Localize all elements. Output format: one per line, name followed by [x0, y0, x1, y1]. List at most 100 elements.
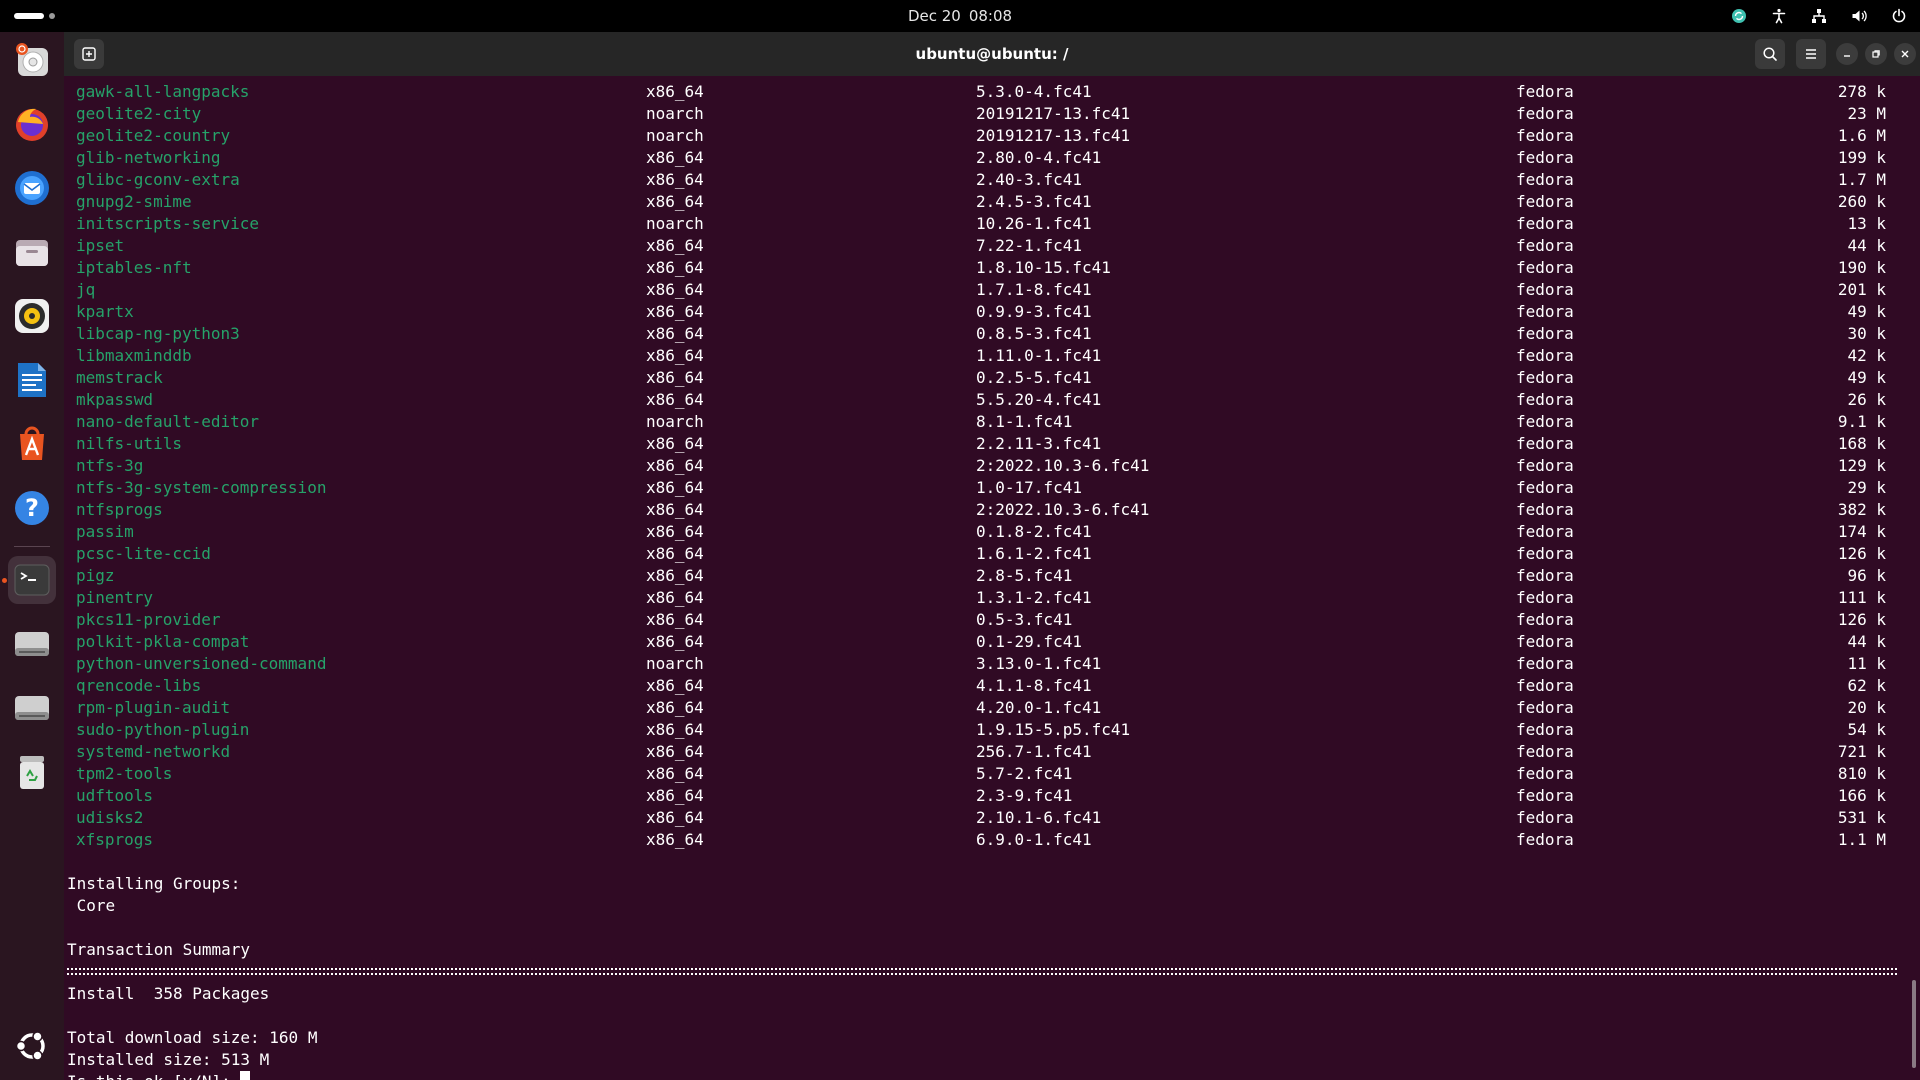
- package-arch: x86_64: [646, 522, 704, 541]
- menu-button[interactable]: [1796, 39, 1826, 69]
- dock-terminal[interactable]: [8, 556, 56, 604]
- dock-files[interactable]: [8, 228, 56, 276]
- activities-button[interactable]: [14, 13, 55, 19]
- clock[interactable]: Dec 20 08:08: [0, 0, 1920, 32]
- close-button[interactable]: [1894, 43, 1916, 65]
- package-repo: fedora: [1516, 192, 1574, 211]
- package-arch: x86_64: [646, 720, 704, 739]
- package-name: pcsc-lite-ccid: [76, 544, 211, 563]
- package-arch: x86_64: [646, 500, 704, 519]
- group-name: Core: [67, 896, 116, 915]
- package-name: nano-default-editor: [76, 412, 260, 431]
- dock-drive-1[interactable]: [8, 620, 56, 668]
- package-table: gawk-all-langpacks x86_64 5.3.0-4.fc41 fedo…: [76, 81, 1906, 851]
- package-name: systemd-networkd: [76, 742, 231, 761]
- dock-firefox[interactable]: [8, 100, 56, 148]
- package-version: 1.0-17.fc41: [976, 478, 1082, 497]
- dock-app-center[interactable]: [8, 420, 56, 468]
- update-icon[interactable]: [1730, 7, 1748, 25]
- new-tab-button[interactable]: [74, 39, 104, 69]
- header-bar[interactable]: ubuntu@ubuntu: /: [64, 32, 1920, 77]
- installer-icon: [16, 43, 48, 76]
- package-repo: fedora: [1516, 170, 1574, 189]
- confirm-prompt-line[interactable]: Is this ok [y/N]:: [67, 1071, 1897, 1080]
- package-row: polkit-pkla-compat x86_64 0.1-29.fc41 fedor…: [76, 631, 1906, 653]
- package-row: nilfs-utils x86_64 2.2.11-3.fc41 fedora 168 …: [76, 433, 1906, 455]
- package-repo: fedora: [1516, 478, 1574, 497]
- package-version: 0.8.5-3.fc41: [976, 324, 1092, 343]
- package-row: gnupg2-smime x86_64 2.4.5-3.fc41 fedora 260 …: [76, 191, 1906, 213]
- firefox-icon: [16, 108, 48, 141]
- package-size: 382 k: [1837, 500, 1886, 519]
- accessibility-icon[interactable]: [1770, 7, 1788, 25]
- trash-icon: [20, 756, 44, 789]
- package-name: kpartx: [76, 302, 134, 321]
- maximize-button[interactable]: [1865, 43, 1887, 65]
- package-size: 11 k: [1847, 654, 1886, 673]
- dock-rhythmbox[interactable]: [8, 292, 56, 340]
- dock-separator: [14, 546, 50, 547]
- package-version: 1.7.1-8.fc41: [976, 280, 1092, 299]
- text-cursor: [240, 1071, 251, 1080]
- package-size: 174 k: [1837, 522, 1886, 541]
- dock-thunderbird[interactable]: [8, 164, 56, 212]
- installed-size: Installed size: 513 M: [67, 1050, 270, 1069]
- workspace-indicator: [49, 13, 55, 19]
- package-repo: fedora: [1516, 522, 1574, 541]
- power-icon[interactable]: [1890, 7, 1908, 25]
- package-name: jq: [76, 280, 96, 299]
- package-row: qrencode-libs x86_64 4.1.1-8.fc41 fedora 62 …: [76, 675, 1906, 697]
- package-repo: fedora: [1516, 236, 1574, 255]
- package-repo: fedora: [1516, 412, 1574, 431]
- package-version: 1.11.0-1.fc41: [976, 346, 1102, 365]
- dock-help[interactable]: ?: [8, 484, 56, 532]
- package-size: 49 k: [1847, 368, 1886, 387]
- package-version: 6.9.0-1.fc41: [976, 830, 1092, 849]
- package-size: 26 k: [1847, 390, 1886, 409]
- package-size: 23 M: [1847, 104, 1886, 123]
- package-row: pcsc-lite-ccid x86_64 1.6.1-2.fc41 fedora 12…: [76, 543, 1906, 565]
- package-row: systemd-networkd x86_64 256.7-1.fc41 fedora…: [76, 741, 1906, 763]
- volume-icon[interactable]: [1850, 7, 1868, 25]
- package-size: 1.6 M: [1837, 126, 1886, 145]
- clock-date[interactable]: Dec 20: [908, 7, 961, 25]
- drive-icon: [15, 696, 49, 720]
- package-arch: x86_64: [646, 192, 704, 211]
- dock-trash[interactable]: [8, 748, 56, 796]
- package-repo: fedora: [1516, 82, 1574, 101]
- clock-time[interactable]: 08:08: [969, 7, 1012, 25]
- package-repo: fedora: [1516, 456, 1574, 475]
- search-button[interactable]: [1755, 39, 1785, 69]
- package-repo: fedora: [1516, 566, 1574, 585]
- package-repo: fedora: [1516, 104, 1574, 123]
- package-version: 4.20.0-1.fc41: [976, 698, 1102, 717]
- terminal-scrollbar[interactable]: [1912, 980, 1916, 1068]
- network-icon[interactable]: [1810, 7, 1828, 25]
- package-size: 54 k: [1847, 720, 1886, 739]
- package-size: 9.1 k: [1837, 412, 1886, 431]
- package-size: 49 k: [1847, 302, 1886, 321]
- package-repo: fedora: [1516, 434, 1574, 453]
- package-arch: x86_64: [646, 258, 704, 277]
- dock-drive-2[interactable]: [8, 684, 56, 732]
- dock-libreoffice-writer[interactable]: [8, 356, 56, 404]
- terminal-output[interactable]: gawk-all-langpacks x86_64 5.3.0-4.fc41 fedo…: [64, 76, 1920, 1080]
- package-arch: x86_64: [646, 456, 704, 475]
- package-name: gnupg2-smime: [76, 192, 192, 211]
- package-repo: fedora: [1516, 390, 1574, 409]
- dock-show-apps[interactable]: [8, 1022, 56, 1070]
- package-repo: fedora: [1516, 588, 1574, 607]
- package-version: 2.40-3.fc41: [976, 170, 1082, 189]
- package-version: 2.2.11-3.fc41: [976, 434, 1102, 453]
- system-tray[interactable]: [1730, 0, 1908, 32]
- package-version: 5.3.0-4.fc41: [976, 82, 1092, 101]
- minimize-button[interactable]: [1836, 43, 1858, 65]
- package-name: nilfs-utils: [76, 434, 182, 453]
- package-size: 721 k: [1837, 742, 1886, 761]
- dock-ubuntu-installer[interactable]: [8, 36, 56, 84]
- package-size: 260 k: [1837, 192, 1886, 211]
- package-row: initscripts-service noarch 10.26-1.fc41 fed…: [76, 213, 1906, 235]
- running-indicator: [2, 578, 7, 583]
- package-version: 1.8.10-15.fc41: [976, 258, 1111, 277]
